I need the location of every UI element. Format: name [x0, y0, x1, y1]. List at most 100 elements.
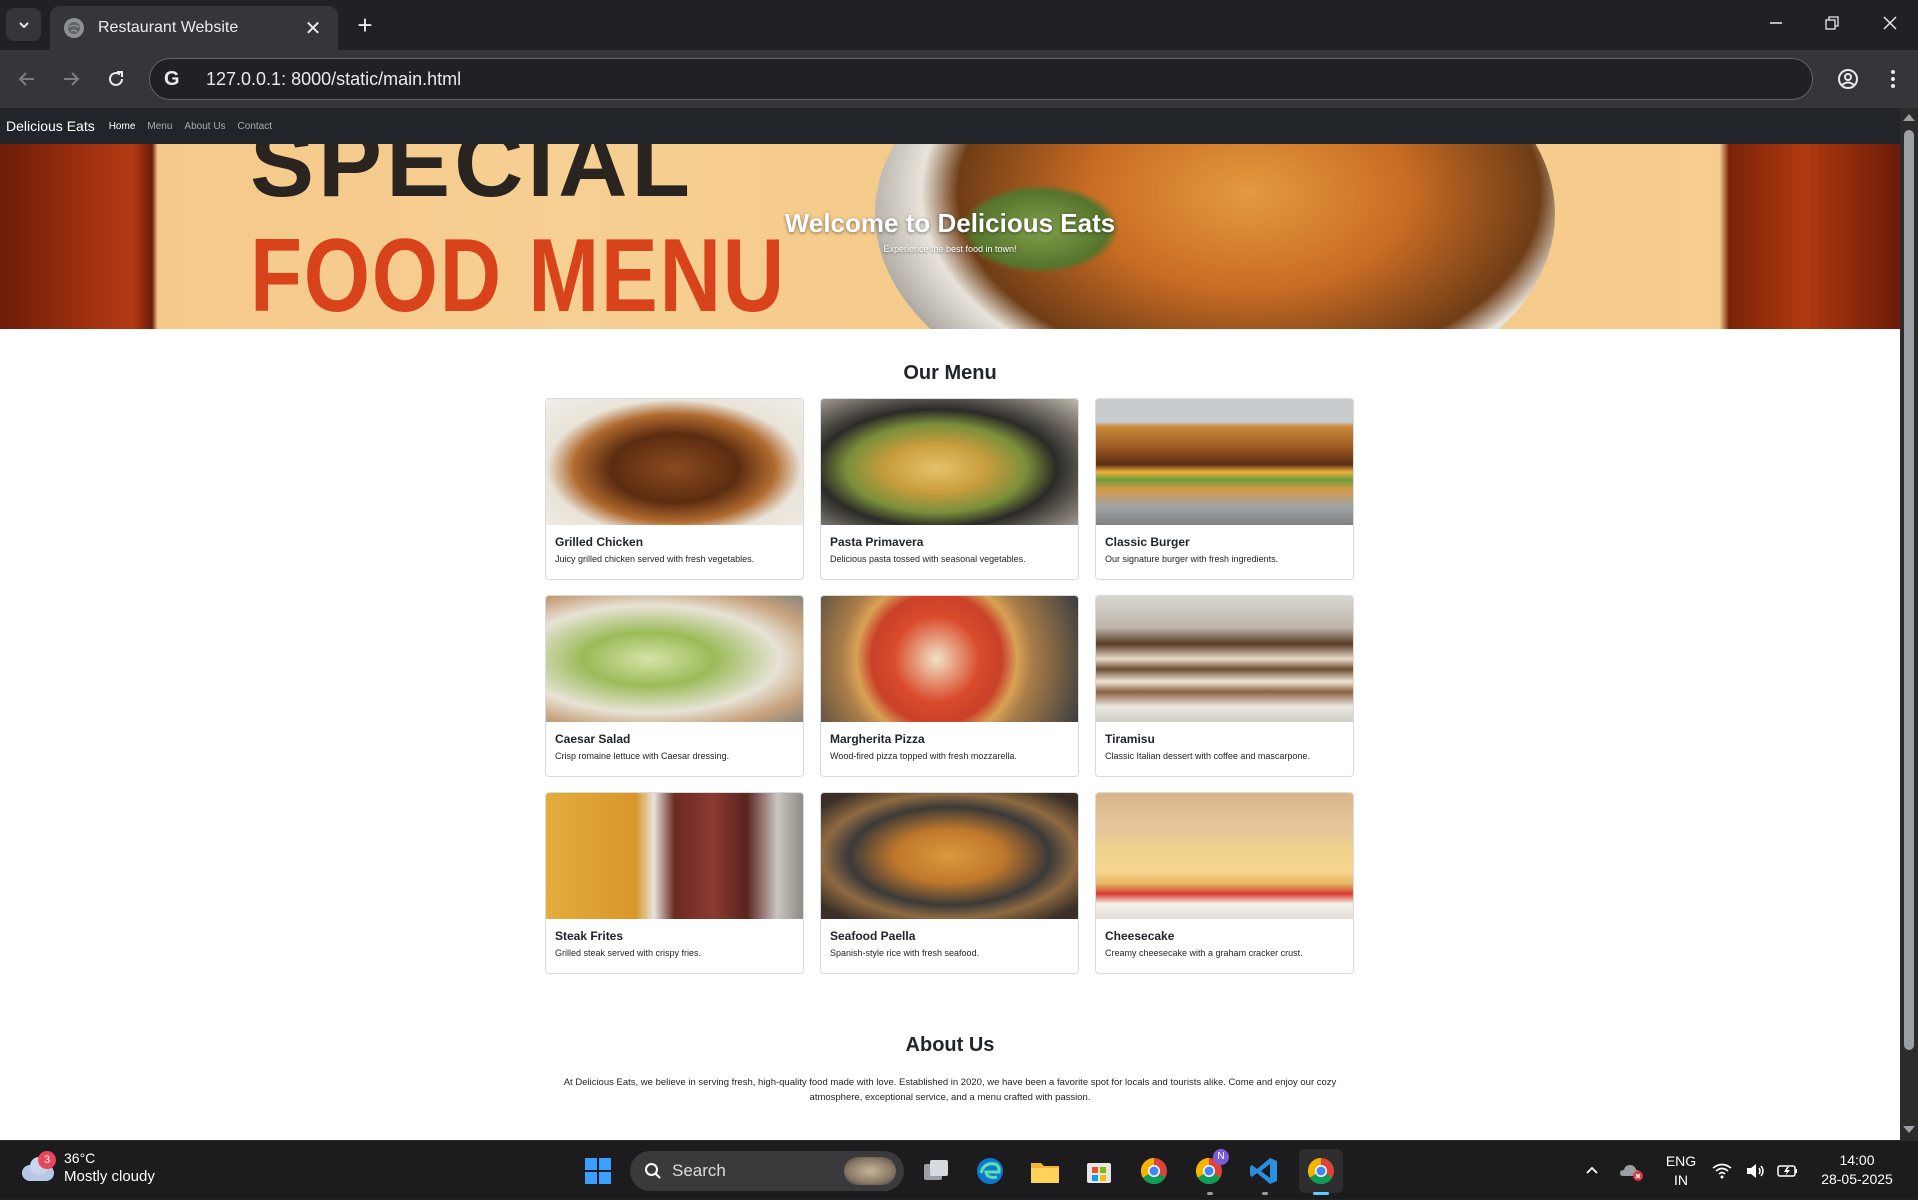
language-region: IN: [1674, 1171, 1688, 1188]
edge-button[interactable]: [970, 1151, 1010, 1191]
address-bar[interactable]: G 127.0.0.1: 8000/static/main.html: [149, 58, 1813, 100]
hero-title: Welcome to Delicious Eats: [784, 208, 1116, 238]
battery-button[interactable]: [1773, 1151, 1803, 1191]
menu-item-image: [546, 596, 803, 722]
menu-item-description: Classic Italian dessert with coffee and …: [1105, 751, 1310, 761]
vscode-icon: [1250, 1158, 1277, 1184]
scroll-up-arrow-icon[interactable]: [1903, 114, 1915, 121]
wifi-icon: [1712, 1163, 1732, 1179]
menu-item-name: Steak Frites: [555, 929, 624, 943]
menu-card[interactable]: Pasta Primavera Delicious pasta tossed wi…: [820, 398, 1079, 580]
menu-item-name: Seafood Paella: [830, 929, 916, 943]
file-explorer-button[interactable]: [1025, 1151, 1065, 1191]
menu-item-image: [1096, 596, 1353, 722]
menu-item-image: [821, 399, 1078, 525]
battery-charging-icon: [1777, 1165, 1797, 1177]
scrollbar-thumb[interactable]: [1904, 130, 1914, 1050]
start-button[interactable]: [578, 1151, 618, 1191]
wifi-button[interactable]: [1707, 1151, 1737, 1191]
volume-icon: [1747, 1164, 1764, 1178]
minimize-icon: [1770, 22, 1782, 24]
folder-icon: [1031, 1163, 1059, 1183]
menu-card[interactable]: Seafood Paella Spanish-style rice with fr…: [820, 792, 1079, 974]
browser-tab-strip: Restaurant Website ✕ +: [0, 0, 1918, 50]
menu-item-name: Classic Burger: [1105, 535, 1190, 549]
minimize-button[interactable]: [1754, 8, 1798, 40]
close-window-button[interactable]: [1868, 8, 1912, 40]
menu-item-name: Caesar Salad: [555, 732, 631, 746]
hero-image-food-menu-text: FOOD MENU: [250, 218, 786, 329]
microsoft-store-button[interactable]: [1079, 1151, 1119, 1191]
menu-item-image: [546, 399, 803, 525]
nav-link-menu[interactable]: Menu: [147, 121, 172, 132]
chrome-active-button[interactable]: [1299, 1149, 1343, 1193]
chrome-menu-button[interactable]: [1878, 64, 1908, 94]
cloud-icon: 3: [20, 1151, 56, 1181]
language-indicator[interactable]: ENG IN: [1660, 1141, 1702, 1200]
menu-item-image: [821, 793, 1078, 919]
menu-item-image: [1096, 793, 1353, 919]
onedrive-button[interactable]: [1612, 1151, 1652, 1191]
language-code: ENG: [1665, 1152, 1697, 1169]
menu-item-description: Our signature burger with fresh ingredie…: [1105, 554, 1279, 564]
restore-icon: [1825, 16, 1839, 30]
hero-subtitle: Experience the best food in town!: [883, 244, 1017, 254]
onedrive-error-icon: [1620, 1165, 1643, 1181]
menu-card[interactable]: Grilled Chicken Juicy grilled chicken ser…: [545, 398, 804, 580]
volume-button[interactable]: [1741, 1151, 1771, 1191]
forward-button[interactable]: [56, 64, 86, 94]
profile-button[interactable]: [1833, 64, 1863, 94]
weather-widget[interactable]: 3 36°C Mostly cloudy: [20, 1149, 155, 1187]
restore-button[interactable]: [1810, 8, 1854, 40]
tab-title: Restaurant Website: [98, 19, 239, 36]
back-button[interactable]: [12, 64, 42, 94]
arrow-left-icon: [18, 72, 34, 86]
menu-item-description: Creamy cheesecake with a graham cracker …: [1105, 948, 1303, 958]
menu-card[interactable]: Steak Frites Grilled steak served with cr…: [545, 792, 804, 974]
system-clock[interactable]: 14:00 28-05-2025: [1812, 1151, 1902, 1189]
tab-close-icon[interactable]: ✕: [302, 16, 324, 41]
chevron-up-icon: [1586, 1166, 1598, 1174]
nav-link-contact[interactable]: Contact: [238, 121, 272, 132]
menu-card[interactable]: Cheesecake Creamy cheesecake with a graha…: [1095, 792, 1354, 974]
browser-toolbar: G 127.0.0.1: 8000/static/main.html: [0, 50, 1918, 108]
weather-condition: Mostly cloudy: [64, 1168, 155, 1185]
tab-search-button[interactable]: [6, 8, 41, 41]
running-indicator: [1207, 1192, 1213, 1195]
menu-item-name: Grilled Chicken: [555, 535, 644, 549]
chrome-icon: [1140, 1157, 1167, 1185]
task-view-icon: [924, 1160, 948, 1180]
nav-link-home[interactable]: Home: [109, 121, 136, 132]
chrome-button[interactable]: [1134, 1151, 1174, 1191]
menu-item-name: Margherita Pizza: [830, 732, 925, 746]
menu-card[interactable]: Caesar Salad Crisp romaine lettuce with C…: [545, 595, 804, 777]
vscode-button[interactable]: [1244, 1151, 1284, 1191]
page-scrollbar[interactable]: [1900, 108, 1918, 1140]
menu-item-description: Spanish-style rice with fresh seafood.: [830, 948, 980, 958]
new-tab-button[interactable]: +: [350, 10, 380, 40]
chrome-active-icon: [1307, 1157, 1334, 1185]
site-brand[interactable]: Delicious Eats: [6, 118, 95, 134]
menu-card[interactable]: Classic Burger Our signature burger with …: [1095, 398, 1354, 580]
menu-item-description: Delicious pasta tossed with seasonal veg…: [830, 554, 1026, 564]
page-viewport: Delicious Eats Home Menu About Us Contac…: [0, 108, 1900, 1140]
browser-tab-active[interactable]: Restaurant Website ✕: [50, 6, 338, 50]
url-text: 127.0.0.1: 8000/static/main.html: [206, 68, 462, 89]
google-icon: G: [164, 67, 180, 90]
menu-item-name: Pasta Primavera: [830, 535, 924, 549]
menu-item-description: Wood-fired pizza topped with fresh mozza…: [830, 751, 1017, 761]
taskbar-search[interactable]: Search: [630, 1151, 904, 1191]
scroll-down-arrow-icon[interactable]: [1903, 1126, 1915, 1133]
menu-card[interactable]: Tiramisu Classic Italian dessert with cof…: [1095, 595, 1354, 777]
about-section-title: About Us: [905, 1034, 995, 1056]
weather-badge: 3: [38, 1151, 56, 1169]
chrome-profile-button[interactable]: N: [1189, 1149, 1229, 1191]
menu-item-description: Juicy grilled chicken served with fresh …: [555, 554, 755, 564]
menu-item-image: [546, 793, 803, 919]
reload-button[interactable]: [101, 64, 131, 94]
menu-card[interactable]: Margherita Pizza Wood-fired pizza topped …: [820, 595, 1079, 777]
task-view-button[interactable]: [916, 1151, 956, 1191]
about-text: At Delicious Eats, we believe in serving…: [563, 1077, 1337, 1103]
nav-link-about[interactable]: About Us: [184, 121, 225, 132]
show-hidden-icons-button[interactable]: [1572, 1151, 1612, 1191]
